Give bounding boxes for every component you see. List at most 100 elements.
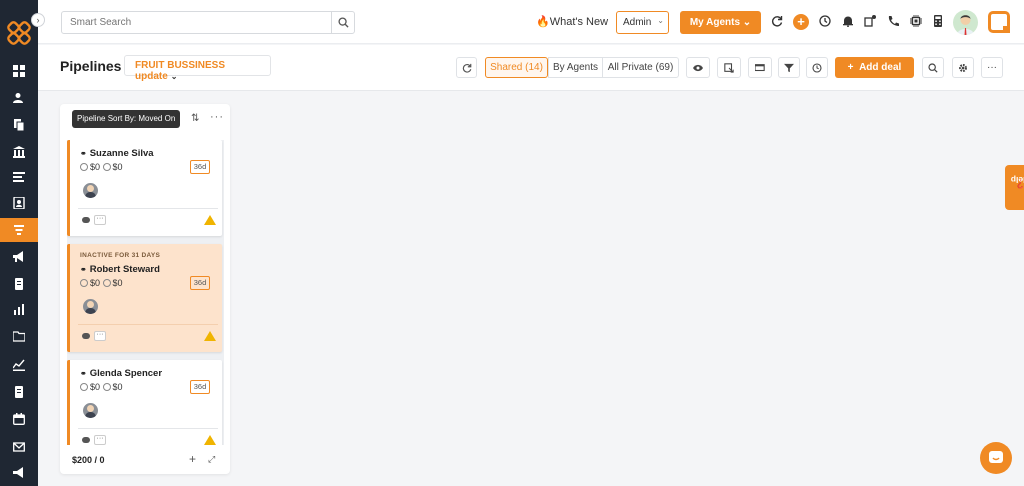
sidebar-item-notebook[interactable] xyxy=(0,380,38,404)
help-text: Help xyxy=(1010,174,1024,185)
contacts-icon xyxy=(13,93,23,103)
role-select[interactable]: Admin ⌄ xyxy=(616,11,669,34)
top-bar: 🔥What's New Admin ⌄ My Agents ⌄ + xyxy=(38,0,1024,44)
column-more-button[interactable]: ··· xyxy=(210,111,224,123)
calculator-button[interactable] xyxy=(931,14,945,28)
tab-by-agents[interactable]: By Agents xyxy=(548,57,602,78)
add-deal-button[interactable]: + Add deal xyxy=(835,57,914,78)
sidebar-item-dashboard[interactable] xyxy=(0,59,38,83)
chat-icon[interactable] xyxy=(82,217,90,223)
reports-icon xyxy=(14,304,24,315)
pipeline-settings-button[interactable] xyxy=(952,57,974,78)
search-deals-button[interactable] xyxy=(922,57,944,78)
sidebar-toggle-button[interactable]: › xyxy=(31,13,45,27)
column-total: $200 / 0 xyxy=(72,455,105,465)
sidebar-item-pipelines[interactable] xyxy=(0,218,38,242)
more-options-button[interactable]: ··· xyxy=(981,57,1003,78)
app-switcher-logo[interactable] xyxy=(988,11,1010,33)
deal-card[interactable]: ⚭ Suzanne Silva $0 $0 36d ··· xyxy=(67,140,222,236)
smart-search-input[interactable] xyxy=(61,11,355,34)
brand-logo-icon[interactable] xyxy=(6,20,32,46)
sidebar-item-notes[interactable] xyxy=(0,272,38,296)
my-agents-button[interactable]: My Agents ⌄ xyxy=(680,11,761,34)
search-button[interactable] xyxy=(331,11,355,34)
tab-shared[interactable]: Shared (14) xyxy=(485,57,548,78)
more-horizontal-icon: ··· xyxy=(987,62,997,73)
warning-icon[interactable] xyxy=(204,331,216,341)
page-title: Pipelines xyxy=(60,58,122,74)
visibility-button[interactable] xyxy=(686,57,710,78)
refresh-button[interactable] xyxy=(770,14,784,28)
list-icon xyxy=(13,172,25,182)
expand-icon[interactable]: ⤢ xyxy=(208,454,215,465)
tasks-button[interactable] xyxy=(863,14,877,28)
card-more-button[interactable]: ··· xyxy=(94,331,106,341)
user-avatar[interactable] xyxy=(953,10,978,35)
sidebar-item-documents[interactable] xyxy=(0,113,38,137)
deal-owner-avatar[interactable] xyxy=(83,403,98,418)
tab-all-private[interactable]: All Private (69) xyxy=(602,57,679,78)
card-more-button[interactable]: ··· xyxy=(94,435,106,445)
deal-card[interactable]: INACTIVE FOR 31 DAYS ⚭ Robert Steward $0 … xyxy=(67,244,222,352)
deal-amount-b: $0 xyxy=(112,278,123,288)
board-settings-button[interactable] xyxy=(748,57,772,78)
chevron-down-icon: ⌄ xyxy=(742,17,752,28)
whats-new-link[interactable]: 🔥What's New xyxy=(536,15,608,28)
live-chat-button[interactable] xyxy=(980,442,1012,474)
deal-card[interactable]: ⚭ Glenda Spencer $0 $0 36d ··· xyxy=(67,360,222,445)
sidebar-item-contacts[interactable] xyxy=(0,86,38,110)
ai-chip-button[interactable] xyxy=(909,14,923,28)
tab-all-private-label: All Private (69) xyxy=(607,62,674,73)
sidebar-item-analytics[interactable] xyxy=(0,353,38,377)
pipeline-select[interactable]: FRUIT BUSSINESS update ⌄ xyxy=(124,55,271,82)
megaphone-icon xyxy=(13,251,23,262)
contact-card-icon xyxy=(13,197,25,209)
deal-name[interactable]: ⚭ Suzanne Silva xyxy=(80,148,154,159)
deal-name[interactable]: ⚭ Robert Steward xyxy=(80,264,160,275)
sort-tooltip: Pipeline Sort By: Moved On xyxy=(72,110,181,128)
sidebar-item-files[interactable] xyxy=(0,324,38,348)
clock-icon xyxy=(819,15,831,27)
sort-icon[interactable]: ⇅ xyxy=(191,113,199,124)
my-agents-label: My Agents xyxy=(689,17,741,28)
gear-icon xyxy=(959,63,967,72)
help-tab[interactable]: ❓ Help xyxy=(1005,165,1024,210)
warning-icon[interactable] xyxy=(204,215,216,225)
sidebar-item-email[interactable] xyxy=(0,435,38,459)
phone-button[interactable] xyxy=(886,14,900,28)
deal-amount-a: $0 xyxy=(90,162,101,172)
time-filter-button[interactable] xyxy=(806,57,828,78)
tab-by-agents-label: By Agents xyxy=(552,62,599,73)
add-deal-to-stage-button[interactable]: + xyxy=(189,452,196,466)
deal-owner-avatar[interactable] xyxy=(83,299,98,314)
pipeline-stage-column: Pipeline Sort By: Moved On ⇅ ··· ⚭ Suzann… xyxy=(60,104,230,474)
coin-icon xyxy=(80,279,88,287)
warning-icon[interactable] xyxy=(204,435,216,445)
refresh-pipeline-button[interactable] xyxy=(456,57,477,78)
sidebar-item-campaigns[interactable] xyxy=(0,245,38,269)
chat-icon[interactable] xyxy=(82,333,90,339)
bell-icon xyxy=(843,16,853,27)
deal-name[interactable]: ⚭ Glenda Spencer xyxy=(80,368,162,379)
refresh-icon xyxy=(771,16,783,27)
chat-icon[interactable] xyxy=(82,437,90,443)
history-button[interactable] xyxy=(818,14,832,28)
sidebar-item-contact-card[interactable] xyxy=(0,191,38,215)
quick-add-button[interactable]: + xyxy=(793,14,809,30)
user-avatar-icon xyxy=(957,15,974,35)
deal-card-list[interactable]: ⚭ Suzanne Silva $0 $0 36d ··· INACTIVE FO… xyxy=(67,140,224,445)
deal-owner-avatar[interactable] xyxy=(83,183,98,198)
sidebar-item-reports[interactable] xyxy=(0,298,38,322)
plus-icon: + xyxy=(797,14,805,29)
flame-icon: 🔥 xyxy=(536,16,550,28)
filter-button[interactable] xyxy=(778,57,800,78)
export-button[interactable] xyxy=(717,57,741,78)
sidebar-item-bank[interactable] xyxy=(0,140,38,164)
card-more-button[interactable]: ··· xyxy=(94,215,106,225)
deal-name-text: Suzanne Silva xyxy=(89,148,154,159)
search-icon xyxy=(928,62,938,73)
notifications-button[interactable] xyxy=(841,14,855,28)
sidebar-item-calendar[interactable] xyxy=(0,407,38,431)
sidebar-item-announcements[interactable] xyxy=(0,461,38,485)
sidebar-item-list[interactable] xyxy=(0,165,38,189)
